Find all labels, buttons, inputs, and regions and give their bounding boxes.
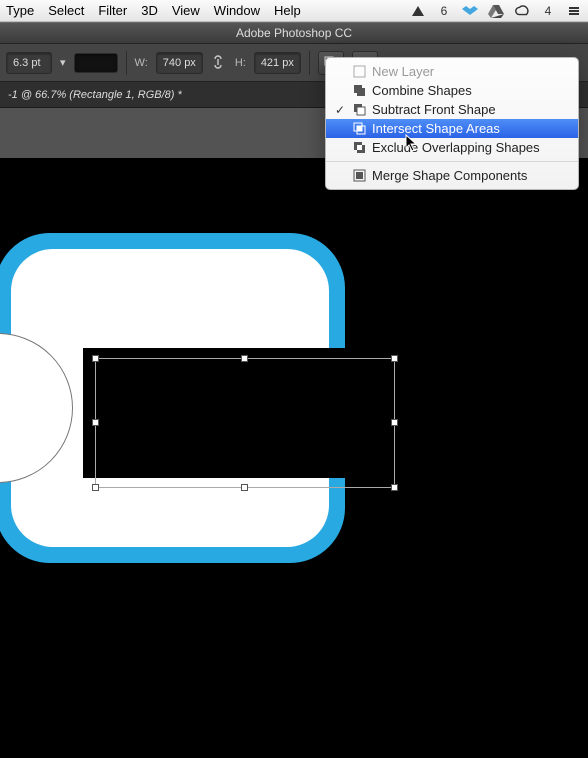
handle-sw[interactable]	[92, 484, 99, 491]
handle-nw[interactable]	[92, 355, 99, 362]
dropbox-icon[interactable]	[462, 3, 478, 19]
battery-count: 4	[540, 3, 556, 19]
handle-se[interactable]	[391, 484, 398, 491]
exclude-icon	[352, 141, 366, 155]
width-label: W:	[135, 57, 148, 69]
app-titlebar: Adobe Photoshop CC	[0, 22, 588, 44]
transform-bounding-box[interactable]	[95, 358, 395, 488]
gdrive-icon[interactable]	[488, 3, 504, 19]
menu-type[interactable]: Type	[6, 3, 34, 18]
path-operations-menu: New Layer Combine Shapes ✓ Subtract Fron…	[325, 57, 579, 190]
handle-s[interactable]	[241, 484, 248, 491]
handle-ne[interactable]	[391, 355, 398, 362]
height-label: H:	[235, 57, 246, 69]
document-canvas[interactable]	[0, 158, 588, 758]
stroke-width-field[interactable]: 6.3 pt	[6, 52, 52, 74]
handle-w[interactable]	[92, 419, 99, 426]
menu-extra-icon[interactable]	[566, 3, 582, 19]
menu-new-layer[interactable]: New Layer	[326, 62, 578, 81]
menu-view[interactable]: View	[172, 3, 200, 18]
menu-select[interactable]: Select	[48, 3, 84, 18]
check-icon: ✓	[334, 103, 346, 117]
height-field[interactable]: 421 px	[254, 52, 301, 74]
menu-filter[interactable]: Filter	[98, 3, 127, 18]
handle-e[interactable]	[391, 419, 398, 426]
stroke-dropdown-icon[interactable]: ▾	[60, 56, 66, 69]
cursor-icon	[405, 134, 419, 152]
intersect-icon	[352, 122, 366, 136]
menu-window[interactable]: Window	[214, 3, 260, 18]
mac-menubar: Type Select Filter 3D View Window Help 6…	[0, 0, 588, 22]
menu-exclude-overlapping[interactable]: Exclude Overlapping Shapes	[326, 138, 578, 157]
notification-icon[interactable]	[410, 3, 426, 19]
separator	[309, 51, 310, 75]
menu-subtract-front-shape[interactable]: ✓ Subtract Front Shape	[326, 100, 578, 119]
document-tab[interactable]: -1 @ 66.7% (Rectangle 1, RGB/8) *	[8, 89, 182, 101]
new-layer-icon	[352, 65, 366, 79]
link-icon[interactable]	[211, 55, 227, 71]
menu-3d[interactable]: 3D	[141, 3, 158, 18]
merge-icon	[352, 169, 366, 183]
separator	[126, 51, 127, 75]
menu-separator	[326, 161, 578, 162]
subtract-icon	[352, 103, 366, 117]
menu-label: Exclude Overlapping Shapes	[372, 140, 540, 155]
creative-cloud-icon[interactable]	[514, 3, 530, 19]
handle-n[interactable]	[241, 355, 248, 362]
menu-label: Intersect Shape Areas	[372, 121, 500, 136]
app-title: Adobe Photoshop CC	[236, 26, 352, 40]
menu-merge-shape-components[interactable]: Merge Shape Components	[326, 166, 578, 185]
menu-help[interactable]: Help	[274, 3, 301, 18]
menu-intersect-shape-areas[interactable]: Intersect Shape Areas	[326, 119, 578, 138]
menu-label: Merge Shape Components	[372, 168, 527, 183]
status-count: 6	[436, 3, 452, 19]
menu-label: Subtract Front Shape	[372, 102, 496, 117]
width-field[interactable]: 740 px	[156, 52, 203, 74]
stroke-style-swatch[interactable]	[74, 53, 118, 73]
menu-label: New Layer	[372, 64, 434, 79]
combine-icon	[352, 84, 366, 98]
menu-label: Combine Shapes	[372, 83, 472, 98]
menu-combine-shapes[interactable]: Combine Shapes	[326, 81, 578, 100]
